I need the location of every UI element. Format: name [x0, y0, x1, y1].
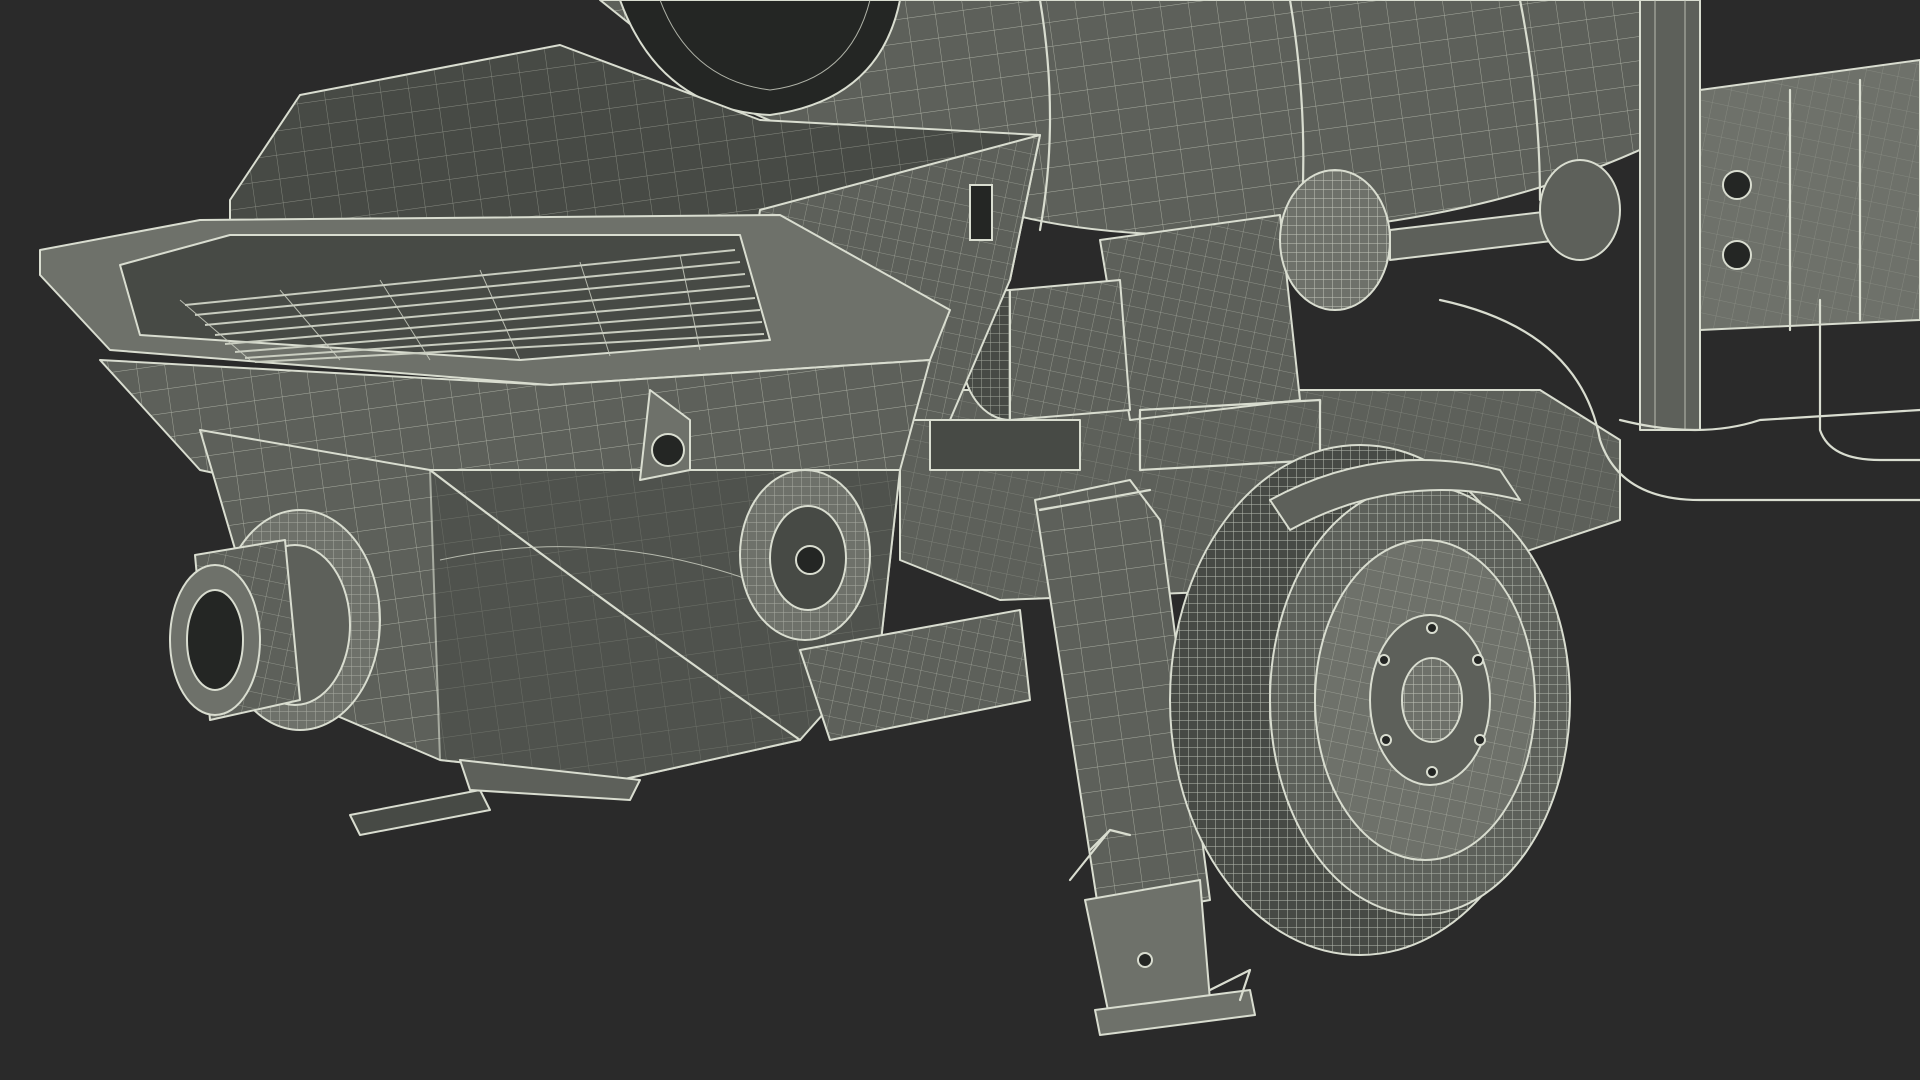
wireframe-scene [39, 0, 1920, 1036]
outlet-flange [169, 509, 381, 731]
render-viewport [0, 0, 1920, 1080]
pump-flange [739, 469, 871, 641]
